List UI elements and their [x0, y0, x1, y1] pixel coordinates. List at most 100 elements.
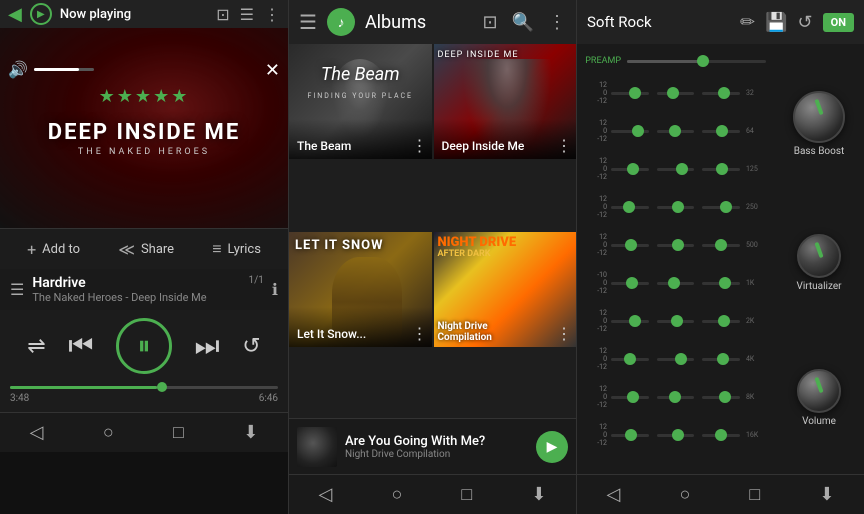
cast-albums-icon[interactable]: ⊡: [482, 12, 497, 33]
nav-down-icon[interactable]: ⬇: [243, 422, 258, 443]
band-slider-1[interactable]: [611, 92, 649, 95]
band-slider-30[interactable]: [702, 434, 740, 437]
back-icon[interactable]: ◀: [8, 4, 22, 25]
band-slider-14[interactable]: [657, 244, 695, 247]
band-slider-28[interactable]: [611, 434, 649, 437]
track-list-icon[interactable]: ☰: [10, 280, 24, 299]
next-button[interactable]: ⏭: [195, 329, 220, 363]
eq-nav-back[interactable]: ◁: [607, 484, 621, 505]
band-slider-11[interactable]: [657, 206, 695, 209]
repeat-button[interactable]: ↺: [242, 334, 260, 359]
mini-play-icon[interactable]: ▶: [30, 3, 52, 25]
eq-save-icon[interactable]: 💾: [765, 12, 787, 33]
menu-icon[interactable]: ☰: [299, 10, 317, 34]
band-slider-26[interactable]: [657, 396, 695, 399]
more-icon[interactable]: ⋮: [264, 5, 280, 24]
freq-32: 32: [744, 89, 766, 97]
player-nav-bar: ◁ ○ □ ⬇: [0, 412, 288, 452]
band-slider-12[interactable]: [702, 206, 740, 209]
eq-knobs-section: Bass Boost Virtualizer Volume: [774, 44, 864, 474]
band-slider-19[interactable]: [611, 320, 649, 323]
album-beam-menu[interactable]: ⋮: [412, 136, 428, 155]
band-slider-5[interactable]: [657, 130, 695, 133]
nav-recents-icon[interactable]: □: [173, 422, 184, 443]
band-slider-4[interactable]: [611, 130, 649, 133]
album-beam[interactable]: The Beam FINDING YOUR PLACE The Beam ⋮: [289, 44, 432, 159]
band-slider-13[interactable]: [611, 244, 649, 247]
album-night[interactable]: NIGHT DRIVE AFTER DARK Night DriveCompil…: [434, 232, 577, 347]
album-night-menu[interactable]: ⋮: [556, 324, 572, 343]
albums-panel: ☰ ♪ Albums ⊡ 🔍 ⋮ The Beam FINDING YOUR P…: [288, 0, 576, 514]
eq-nav-recents[interactable]: □: [749, 484, 760, 505]
eq-pencil-icon[interactable]: ✏: [740, 12, 755, 33]
band-slider-27[interactable]: [702, 396, 740, 399]
lyrics-icon: ≡: [212, 239, 221, 259]
bottom-album-thumb: [297, 427, 337, 467]
albums-nav-back[interactable]: ◁: [319, 484, 333, 505]
band-slider-20[interactable]: [657, 320, 695, 323]
beam-subtitle-art: FINDING YOUR PLACE: [289, 92, 432, 100]
band-slider-22[interactable]: [611, 358, 649, 361]
band-slider-25[interactable]: [611, 396, 649, 399]
albums-nav-down[interactable]: ⬇: [531, 484, 546, 505]
shuffle-button[interactable]: ⇌: [27, 334, 45, 359]
band-slider-6[interactable]: [702, 130, 740, 133]
band-slider-10[interactable]: [611, 206, 649, 209]
nav-back-icon[interactable]: ◁: [30, 422, 44, 443]
eq-band-row-2: 12 0 -12 64: [577, 112, 774, 150]
band-slider-9[interactable]: [702, 168, 740, 171]
eq-on-button[interactable]: ON: [823, 13, 854, 32]
lyrics-button[interactable]: ≡ Lyrics: [212, 239, 261, 259]
preamp-slider[interactable]: [627, 60, 766, 63]
bottom-play-button[interactable]: ▶: [536, 431, 568, 463]
lyrics-label: Lyrics: [228, 242, 261, 257]
volume-knob[interactable]: [797, 369, 841, 413]
previous-button[interactable]: ⏮: [68, 329, 93, 363]
band-slider-7[interactable]: [611, 168, 649, 171]
more-albums-icon[interactable]: ⋮: [548, 12, 566, 33]
preamp-label: PREAMP: [585, 56, 621, 66]
share-button[interactable]: ≪ Share: [118, 240, 174, 259]
track-info-button[interactable]: ℹ: [272, 280, 278, 299]
eq-nav-down[interactable]: ⬇: [819, 484, 834, 505]
current-time: 3:48: [10, 393, 29, 404]
bottom-track-info: Are You Going With Me? Night Drive Compi…: [345, 434, 528, 460]
band-slider-21[interactable]: [702, 320, 740, 323]
band-slider-24[interactable]: [702, 358, 740, 361]
progress-bar[interactable]: [10, 386, 278, 389]
cast-icon[interactable]: ⊡: [216, 5, 229, 24]
eq-nav-home[interactable]: ○: [679, 484, 690, 505]
album-snow-menu[interactable]: ⋮: [412, 324, 428, 343]
eq-reset-icon[interactable]: ↺: [798, 12, 813, 33]
band-slider-16[interactable]: [611, 282, 649, 285]
eq-band-row-5: 12 0 -12 500: [577, 226, 774, 264]
albums-nav-home[interactable]: ○: [391, 484, 402, 505]
album-deep-menu[interactable]: ⋮: [556, 136, 572, 155]
band-slider-17[interactable]: [657, 282, 695, 285]
nav-home-icon[interactable]: ○: [103, 422, 114, 443]
band-slider-8[interactable]: [657, 168, 695, 171]
bass-boost-knob[interactable]: [793, 91, 845, 143]
album-deep[interactable]: DEEP INSIDE ME Deep Inside Me ⋮: [434, 44, 577, 159]
albums-nav-recents[interactable]: □: [461, 484, 472, 505]
player-status-bar: ◀ ▶ Now playing ⊡ ☰ ⋮: [0, 0, 288, 28]
rating-stars[interactable]: ★★★★★: [0, 86, 288, 107]
band-slider-15[interactable]: [702, 244, 740, 247]
player-track-info: ☰ 1/1 Hardrive The Naked Heroes - Deep I…: [0, 269, 288, 310]
close-button[interactable]: ✕: [265, 60, 280, 81]
band-slider-18[interactable]: [702, 282, 740, 285]
share-icon: ≪: [118, 240, 135, 259]
band-slider-29[interactable]: [657, 434, 695, 437]
virtualizer-knob[interactable]: [797, 234, 841, 278]
search-icon[interactable]: 🔍: [512, 12, 534, 33]
band-slider-23[interactable]: [657, 358, 695, 361]
progress-thumb[interactable]: [157, 382, 167, 392]
volume-icon[interactable]: 🔊: [8, 60, 28, 79]
album-snow[interactable]: LET IT SNOW Let It Snow... ⋮: [289, 232, 432, 347]
band-slider-2[interactable]: [657, 92, 695, 95]
volume-bar[interactable]: [34, 68, 94, 71]
add-to-button[interactable]: + Add to: [27, 240, 80, 259]
pause-button[interactable]: ⏸: [116, 318, 172, 374]
band-slider-3[interactable]: [702, 92, 740, 95]
equalizer-icon[interactable]: ☰: [240, 5, 254, 24]
